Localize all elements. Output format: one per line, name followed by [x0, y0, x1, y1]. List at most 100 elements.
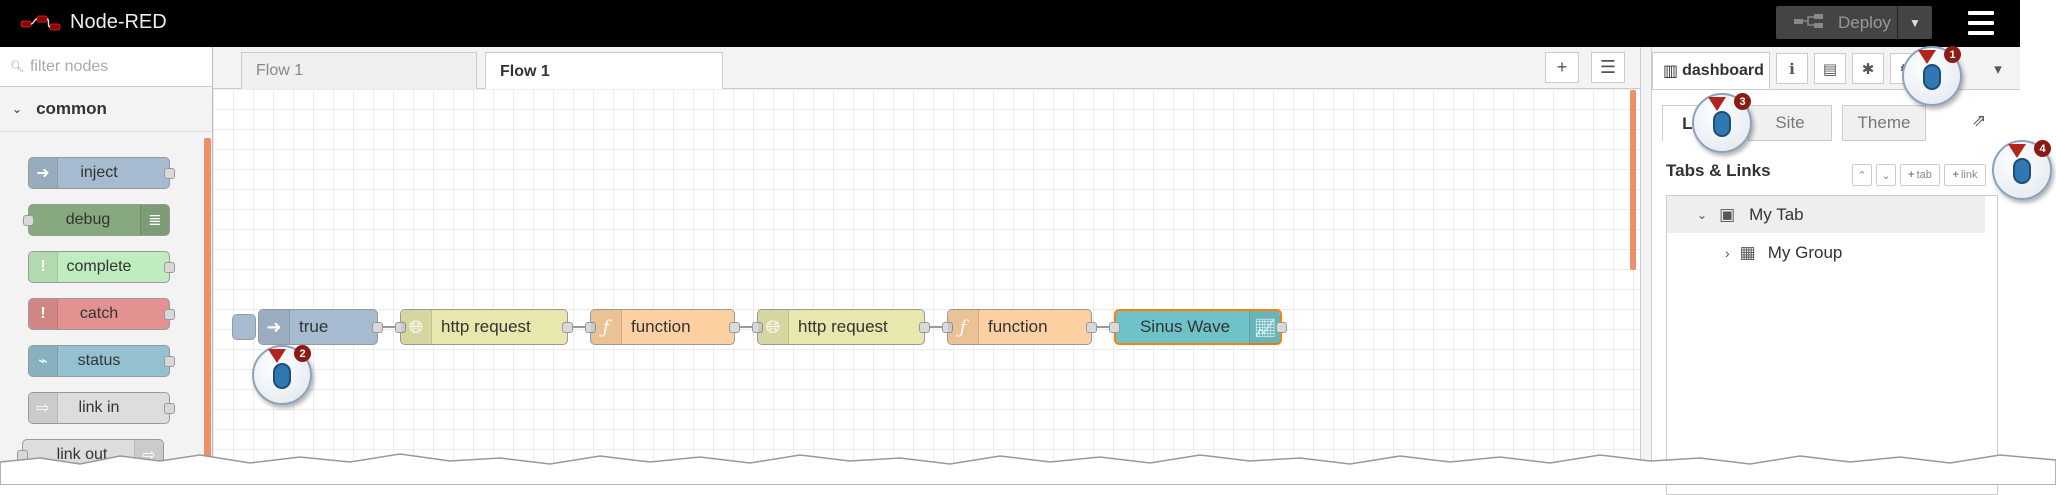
chevron-down-icon: ⌄ — [1697, 207, 1708, 222]
palette-node-catch[interactable]: ! catch — [28, 298, 175, 330]
sidebar-tab-label: dashboard — [1682, 62, 1764, 79]
click-marker-1: 1 — [1902, 46, 1962, 106]
sidebar-menu-caret-icon[interactable]: ▾ — [1982, 53, 2014, 84]
flow-node-label: true — [299, 317, 329, 336]
click-marker-4: 4 — [1992, 140, 2052, 200]
step-badge: 4 — [2034, 140, 2051, 157]
mouse-icon — [1713, 111, 1731, 137]
flow-node-http-request[interactable]: 🌐︎ http request — [752, 309, 930, 345]
flow-node-label: function — [631, 317, 691, 336]
bug-icon[interactable]: ✱ — [1852, 53, 1884, 84]
exclamation-icon: ! — [29, 299, 58, 329]
palette-node-label: link in — [78, 399, 120, 416]
deploy-button[interactable]: Deploy ▼ — [1776, 6, 1932, 39]
flow-node-label: http request — [441, 317, 531, 336]
workspace-scrollbar[interactable] — [1630, 90, 1636, 270]
palette-node-label: complete — [66, 258, 132, 275]
flow-node-http-request[interactable]: 🌐︎ http request — [395, 309, 573, 345]
palette-node-link-in[interactable]: ⇨ link in — [28, 392, 175, 424]
header-bar: Node-RED Deploy ▼ — [0, 0, 2020, 47]
tree-item-label: My Group — [1767, 242, 1843, 262]
output-port[interactable] — [729, 322, 740, 333]
mouse-icon — [2013, 158, 2031, 184]
add-link-label: link — [1960, 169, 1978, 181]
add-tab-button[interactable]: + tab — [1900, 164, 1940, 186]
section-title: Tabs & Links — [1666, 161, 1771, 180]
deploy-menu-caret-icon[interactable]: ▼ — [1897, 6, 1932, 39]
node-palette: 🔍︎ filter nodes ⌄ common ➜ inject debug … — [0, 47, 213, 485]
mouse-icon — [273, 363, 291, 389]
globe-icon: 🌐︎ — [758, 310, 789, 344]
torn-edge-decoration — [0, 453, 2056, 485]
click-marker-3: 3 — [1692, 93, 1752, 153]
add-link-button[interactable]: + link — [1944, 164, 1986, 186]
sidebar-tab-dashboard[interactable]: ▥ dashboard — [1652, 52, 1770, 89]
output-port[interactable] — [1276, 322, 1287, 333]
add-flow-button[interactable]: + — [1545, 52, 1579, 83]
tree-item-my-tab[interactable]: ⌄ ▣ My Tab — [1667, 196, 1985, 233]
subtab-theme[interactable]: Theme — [1842, 105, 1926, 141]
tab-flow-1-active[interactable]: Flow 1 — [485, 52, 723, 90]
palette-scrollbar[interactable] — [204, 138, 211, 472]
output-port — [164, 403, 175, 414]
palette-node-debug[interactable]: debug ≣ — [23, 204, 170, 236]
flow-node-sinus-wave-chart[interactable]: Sinus Wave 📈︎ — [1109, 309, 1287, 345]
book-icon[interactable]: ▤ — [1814, 53, 1846, 84]
workspace-canvas[interactable] — [213, 89, 1640, 485]
external-link-icon[interactable]: ⇗ — [1972, 111, 1986, 131]
flow-node-label: http request — [798, 317, 888, 336]
output-port[interactable] — [1086, 322, 1097, 333]
flow-list-button[interactable]: ☰ — [1591, 52, 1625, 83]
palette-category-header[interactable]: ⌄ common — [0, 87, 212, 132]
node-red-logo-icon — [20, 15, 61, 30]
tab-flow-1[interactable]: Flow 1 — [241, 52, 477, 89]
flow-node-function[interactable]: ƒ function — [585, 309, 740, 345]
tree-item-my-group[interactable]: › ▦ My Group — [1667, 234, 1985, 271]
search-icon: 🔍︎ — [10, 61, 24, 73]
tab-label: Flow 1 — [256, 62, 304, 79]
workspace-tab-bar: Flow 1 Flow 1 + ☰ — [213, 47, 1640, 90]
arrow-right-icon: ➜ — [29, 158, 58, 188]
list-icon: ☰ — [1599, 57, 1617, 77]
output-port — [164, 168, 175, 179]
palette-node-label: inject — [80, 164, 118, 181]
pulse-icon: ⌁ — [29, 346, 58, 376]
step-badge: 1 — [1944, 46, 1961, 63]
app-title: Node-RED — [70, 11, 167, 33]
exclamation-icon: ! — [29, 252, 58, 282]
sidebar-separator[interactable] — [1640, 47, 1652, 485]
info-icon[interactable]: ℹ — [1776, 53, 1808, 84]
palette-node-complete[interactable]: ! complete — [28, 251, 175, 283]
flow-node-function[interactable]: ƒ function — [942, 309, 1097, 345]
palette-node-status[interactable]: ⌁ status — [28, 345, 175, 377]
link-in-icon: ⇨ — [29, 393, 58, 423]
chevron-down-icon: ⌄ — [1881, 169, 1891, 182]
subtab-site[interactable]: Site — [1748, 105, 1832, 141]
output-port[interactable] — [919, 322, 930, 333]
inject-trigger-button[interactable] — [232, 314, 256, 340]
flow-node-inject-true[interactable]: ➜ true — [258, 309, 383, 345]
palette-search-placeholder: filter nodes — [29, 57, 109, 75]
plus-icon: + — [1556, 57, 1568, 77]
deploy-icon — [1794, 13, 1824, 33]
click-marker-2: 2 — [252, 345, 312, 405]
output-port — [164, 356, 175, 367]
palette-node-inject[interactable]: ➜ inject — [28, 157, 175, 189]
palette-node-label: debug — [65, 211, 111, 228]
chevron-down-icon: ⌄ — [12, 102, 23, 116]
expand-all-button[interactable]: ⌄ — [1876, 164, 1896, 186]
subtab-label: Site — [1775, 113, 1805, 132]
collapse-all-button[interactable]: ⌃ — [1852, 164, 1872, 186]
main-menu-button[interactable] — [1968, 11, 1994, 35]
input-port — [23, 215, 34, 226]
app-logo: Node-RED — [20, 11, 167, 34]
palette-search-input[interactable]: 🔍︎ filter nodes — [0, 47, 212, 87]
function-icon: ƒ — [948, 310, 979, 344]
sidebar-tab-bar: ▥ dashboard ℹ ▤ ✱ ⚙ ▾ — [1652, 47, 2020, 90]
input-port[interactable] — [1109, 322, 1120, 333]
function-icon: ƒ — [591, 310, 622, 344]
step-badge: 3 — [1734, 93, 1751, 110]
output-port[interactable] — [372, 322, 383, 333]
output-port[interactable] — [562, 322, 573, 333]
palette-node-label: status — [77, 352, 121, 369]
